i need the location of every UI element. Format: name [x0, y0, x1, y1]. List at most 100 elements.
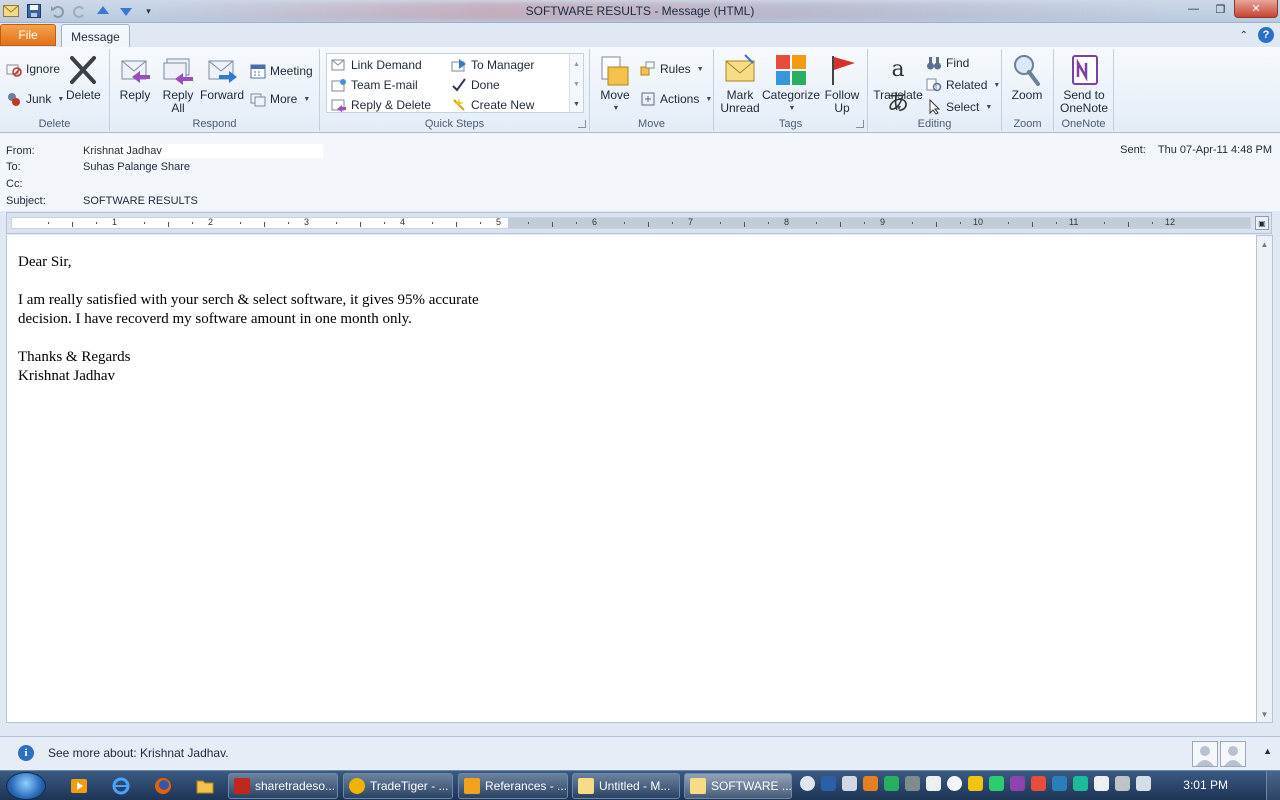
quick-step-create-new[interactable]: Create New [451, 97, 534, 113]
tray-icon[interactable] [968, 776, 983, 791]
tray-icon[interactable] [1052, 776, 1067, 791]
ruler-tick [384, 222, 385, 224]
scroll-down-arrow-icon[interactable]: ▼ [1257, 706, 1272, 722]
message-body[interactable]: Dear Sir, I am really satisfied with you… [6, 235, 1256, 723]
contact-avatar-icon[interactable] [1220, 741, 1246, 767]
people-pane-text[interactable]: See more about: Krishnat Jadhav. [48, 746, 229, 760]
internet-explorer-icon[interactable] [106, 774, 136, 798]
ruler-tick [264, 222, 265, 227]
translate-button[interactable]: aあ Translate ▼ [873, 53, 923, 116]
junk-button[interactable]: Junk ▼ [6, 91, 64, 107]
cursor-icon [926, 98, 942, 115]
ruler[interactable]: 1 2 3 4 5 6 7 8 9 10 11 12 ▣ [6, 212, 1272, 234]
window-controls: — ❐ ✕ [1180, 0, 1278, 18]
sent-row: Sent: Thu 07-Apr-11 4:48 PM [1120, 144, 1272, 156]
quick-step-done[interactable]: Done [451, 77, 500, 93]
tab-file[interactable]: File [0, 24, 56, 46]
select-button[interactable]: Select ▼ [926, 98, 992, 115]
minimize-ribbon-icon[interactable]: ⌃ [1240, 30, 1248, 41]
follow-up-button[interactable]: Follow Up [822, 53, 862, 115]
help-icon[interactable]: ? [1258, 27, 1274, 43]
ruler-tick [1152, 222, 1153, 224]
reply-all-button[interactable]: Reply All [160, 53, 196, 115]
actions-button[interactable]: Actions ▼ [640, 91, 712, 107]
volume-icon[interactable] [842, 776, 857, 791]
move-folder-icon [598, 53, 632, 87]
people-pane: i See more about: Krishnat Jadhav. ▲ [0, 736, 1280, 770]
taskbar-item-tradetiger[interactable]: TradeTiger - ... [343, 773, 453, 799]
from-field[interactable]: Krishnat Jadhav [83, 144, 323, 158]
media-player-icon[interactable] [64, 774, 94, 798]
find-button[interactable]: Find [926, 55, 969, 71]
checkmark-icon [451, 77, 467, 93]
chat-icon[interactable] [947, 776, 962, 791]
tray-icon[interactable] [821, 776, 836, 791]
tray-icon[interactable] [884, 776, 899, 791]
ignore-icon [6, 61, 22, 77]
network-icon[interactable] [1136, 776, 1151, 791]
delete-button[interactable]: Delete [66, 53, 101, 102]
close-icon[interactable]: ✕ [1234, 0, 1278, 18]
reply-button[interactable]: Reply [118, 53, 152, 102]
ruler-tick [768, 222, 769, 224]
more-respond-button[interactable]: More ▼ [250, 91, 310, 107]
quick-step-reply-delete[interactable]: Reply & Delete [331, 97, 431, 113]
tray-icon[interactable] [989, 776, 1004, 791]
taskbar-item-referances[interactable]: Referances - ... [458, 773, 568, 799]
rules-button[interactable]: Rules ▼ [640, 61, 704, 77]
tray-icon[interactable] [1073, 776, 1088, 791]
group-label-quick-steps: Quick Steps [424, 118, 485, 130]
ignore-button[interactable]: Ignore [6, 61, 60, 77]
taskbar-item-filezilla[interactable]: sharetradeso... [228, 773, 338, 799]
to-field[interactable]: Suhas Palange Share [83, 161, 190, 173]
flag-icon[interactable] [1094, 776, 1109, 791]
ruler-toggle-icon[interactable]: ▣ [1255, 216, 1269, 230]
ruler-number: 4 [400, 217, 406, 227]
scroll-up-arrow-icon[interactable]: ▲ [1257, 236, 1272, 252]
scroll-down-icon[interactable]: ▼ [570, 74, 583, 94]
expand-people-pane-icon[interactable]: ▲ [1263, 746, 1272, 756]
clock[interactable]: 3:01 PM [1183, 778, 1228, 792]
zoom-button[interactable]: Zoom [1010, 53, 1044, 102]
taskbar-item-untitled[interactable]: Untitled - M... [572, 773, 680, 799]
quick-step-team-email[interactable]: Team E-mail [331, 77, 418, 93]
tray-icon[interactable] [1115, 776, 1130, 791]
meeting-button[interactable]: Meeting [250, 63, 313, 79]
ruler-tick [864, 222, 865, 224]
greeting-line: Dear Sir, [18, 254, 72, 270]
taskbar-item-software-results[interactable]: SOFTWARE ... [684, 773, 792, 799]
quick-step-to-manager[interactable]: To Manager [451, 57, 534, 73]
ruler-tick [672, 222, 673, 224]
start-button-icon[interactable] [6, 772, 46, 800]
quick-steps-gallery: Link Demand To Manager Team E-mail Done … [326, 53, 584, 113]
firefox-icon[interactable] [148, 774, 178, 798]
vertical-scrollbar[interactable]: ▲ ▼ [1256, 235, 1273, 723]
categorize-button[interactable]: Categorize ▼ [762, 53, 820, 115]
signature-line: Krishnat Jadhav [18, 368, 116, 384]
gallery-expand-icon[interactable]: ▼ [570, 94, 583, 114]
tab-message[interactable]: Message [61, 24, 130, 48]
to-manager-icon [451, 57, 467, 73]
related-button[interactable]: Related ▼ [926, 77, 1000, 93]
folder-icon[interactable] [190, 774, 220, 798]
show-desktop-button[interactable] [1266, 771, 1280, 800]
contact-avatar-icon[interactable] [1192, 741, 1218, 767]
move-button[interactable]: Move ▼ [598, 53, 632, 115]
quick-steps-scrollbar[interactable]: ▲ ▼ ▼ [569, 54, 583, 112]
ruler-number: 3 [304, 217, 310, 227]
ruler-tick [1008, 222, 1009, 224]
tray-icon[interactable] [1010, 776, 1025, 791]
maximize-icon[interactable]: ❐ [1207, 0, 1234, 18]
tray-icon[interactable] [863, 776, 878, 791]
tray-icon[interactable] [800, 776, 815, 791]
minimize-icon[interactable]: — [1180, 0, 1207, 18]
ruler-number: 5 [496, 217, 502, 227]
tray-icon[interactable] [926, 776, 941, 791]
mark-unread-button[interactable]: Mark Unread [720, 53, 760, 115]
quick-step-link-demand[interactable]: Link Demand [331, 57, 422, 73]
send-to-onenote-button[interactable]: Send to OneNote [1058, 53, 1110, 115]
forward-button[interactable]: Forward [200, 53, 244, 102]
tray-icon[interactable] [1031, 776, 1046, 791]
tray-icon[interactable] [905, 776, 920, 791]
scroll-up-icon[interactable]: ▲ [570, 54, 583, 74]
